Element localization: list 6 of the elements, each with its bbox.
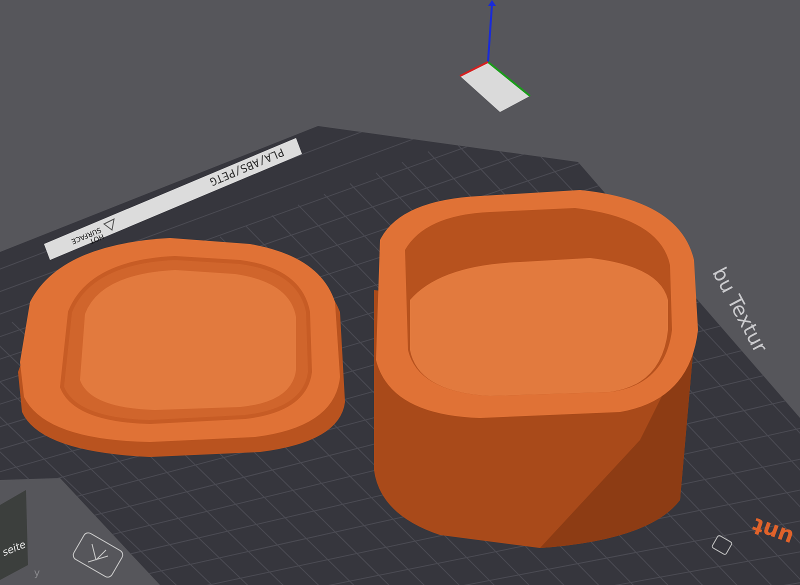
place-on-bed-icon (70, 530, 126, 580)
origin-axes-icon (460, 0, 531, 112)
bed-clip-icon (711, 534, 733, 556)
warning-icon (103, 218, 115, 231)
bed-logo-text: unt (749, 512, 798, 550)
view-cube-face-label: seite (1, 540, 28, 559)
